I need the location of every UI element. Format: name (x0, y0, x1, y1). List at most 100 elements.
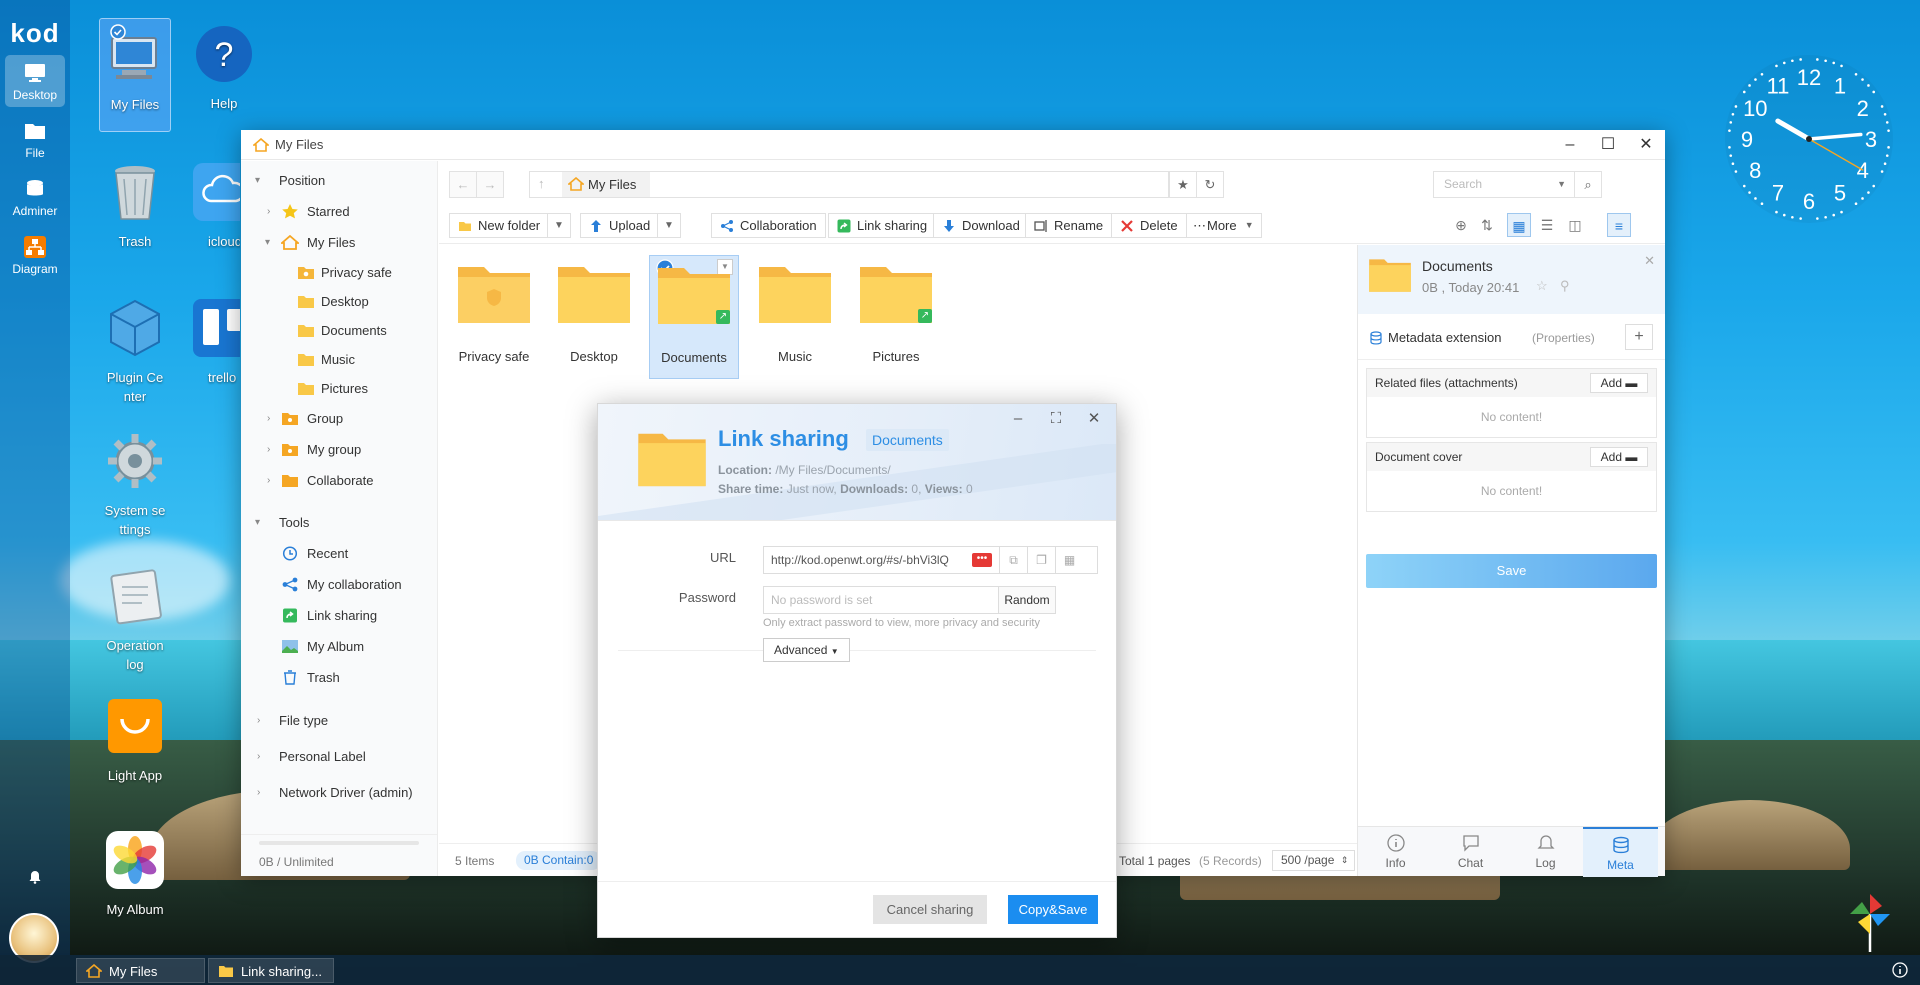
path-bar[interactable]: ↑ My Files (529, 171, 1169, 198)
tree-item-trash[interactable]: Trash (241, 662, 437, 693)
dock-item-diagram[interactable]: Diagram (5, 229, 65, 281)
tab-chat[interactable]: Chat (1433, 827, 1508, 877)
chevron-down-icon[interactable]: ▼ (1557, 172, 1566, 197)
cancel-sharing-button[interactable]: Cancel sharing (873, 895, 987, 924)
file-item[interactable]: Privacy safe (449, 255, 539, 379)
tree-item-collaborate[interactable]: › Collaborate (241, 465, 437, 496)
search-input[interactable]: Search ▼ (1433, 171, 1575, 198)
info-icon[interactable] (1892, 962, 1908, 978)
collaboration-button[interactable]: Collaboration (711, 213, 826, 238)
open-link-icon[interactable]: ⧉ (999, 547, 1027, 573)
zoom-icon[interactable]: ⊕ (1449, 213, 1473, 237)
tab-info[interactable]: Info (1358, 827, 1433, 877)
tree-item-documents[interactable]: Documents (241, 316, 437, 345)
icon-view-icon[interactable]: ▦ (1507, 213, 1531, 237)
tree-item-my-album[interactable]: My Album (241, 631, 437, 662)
close-icon[interactable]: ✕ (1627, 130, 1665, 160)
desktop-icon-icloud[interactable]: icloud (188, 156, 240, 251)
desktop-icon-operation-log[interactable]: Operation log (99, 560, 171, 674)
dialog-header[interactable]: – ⛶ ✕ Link sharing Documents Location: /… (598, 404, 1116, 521)
fullscreen-icon[interactable]: ⛶ (1042, 408, 1070, 430)
upload-dropdown[interactable]: ▼ (657, 213, 681, 238)
new-folder-dropdown[interactable]: ▼ (547, 213, 571, 238)
url-field[interactable]: http://kod.openwt.org/#s/-bhVi3lQ ••• ⧉ … (763, 546, 1098, 574)
tab-meta[interactable]: Meta (1583, 827, 1658, 877)
minimize-icon[interactable]: – (1004, 408, 1032, 430)
svg-text:?: ? (215, 36, 234, 74)
file-item[interactable]: ↗ Pictures (851, 255, 941, 379)
window-titlebar[interactable]: My Files – ☐ ✕ (241, 130, 1665, 160)
desktop-icon-my-album[interactable]: My Album (99, 824, 171, 919)
up-arrow-icon[interactable]: ↑ (538, 176, 545, 191)
tree-item-my-collaboration[interactable]: My collaboration (241, 569, 437, 600)
dock-item-file[interactable]: File (5, 113, 65, 165)
tree-item-my-files[interactable]: ▾ My Files (241, 227, 437, 258)
tree-item-link-sharing[interactable]: Link sharing (241, 600, 437, 631)
close-icon[interactable]: ✕ (1644, 253, 1655, 269)
desktop-icon-my-files[interactable]: My Files (99, 18, 171, 132)
tree-item-starred[interactable]: › Starred (241, 196, 437, 227)
tree-item-personal-label[interactable]: › Personal Label (241, 739, 437, 775)
more-button[interactable]: ⋯ More ▼ (1186, 213, 1262, 238)
dock-item-adminer[interactable]: Adminer (5, 171, 65, 223)
tree-section-position[interactable]: ▾ Position (241, 165, 437, 196)
page-size-select[interactable]: 500 /page ⇕ (1272, 850, 1356, 871)
delete-button[interactable]: Delete (1111, 213, 1187, 238)
new-folder-button[interactable]: New folder (449, 213, 550, 238)
desktop-icon-trello[interactable]: trello (188, 292, 240, 387)
advanced-button[interactable]: Advanced ▼ (763, 638, 850, 662)
star-button[interactable]: ★ (1169, 171, 1197, 198)
more-dots-icon[interactable]: ••• (972, 553, 992, 567)
desktop-icon-help[interactable]: ? Help (188, 18, 260, 113)
link-sharing-button[interactable]: Link sharing (828, 213, 937, 238)
add-related-button[interactable]: Add ▬ (1590, 373, 1648, 393)
split-view-icon[interactable]: ◫ (1563, 213, 1587, 237)
sort-icon[interactable]: ⇅ (1475, 213, 1499, 237)
upload-button[interactable]: Upload (580, 213, 660, 238)
file-item[interactable]: Desktop (549, 255, 639, 379)
add-cover-button[interactable]: Add ▬ (1590, 447, 1648, 467)
pin-icon[interactable]: ⚲ (1560, 278, 1570, 294)
details-panel-icon[interactable]: ≡ (1607, 213, 1631, 237)
qrcode-icon[interactable]: ▦ (1055, 547, 1083, 573)
password-input[interactable]: No password is set (763, 586, 999, 614)
maximize-icon[interactable]: ☐ (1589, 130, 1627, 160)
search-button[interactable]: ⌕ (1574, 171, 1602, 198)
tree-section-tools[interactable]: ▾ Tools (241, 507, 437, 538)
copy-icon[interactable]: ❐ (1027, 547, 1055, 573)
dock-item-desktop[interactable]: Desktop (5, 55, 65, 107)
tree-item-network-driver[interactable]: › Network Driver (admin) (241, 775, 437, 811)
forward-button[interactable]: → (476, 171, 504, 198)
tab-log[interactable]: Log (1508, 827, 1583, 877)
desktop-icon-plugin-center[interactable]: Plugin Ce nter (99, 292, 171, 406)
back-button[interactable]: ← (449, 171, 477, 198)
tree-item-my-group[interactable]: › My group (241, 434, 437, 465)
copy-save-button[interactable]: Copy&Save (1008, 895, 1098, 924)
list-view-icon[interactable]: ☰ (1535, 213, 1559, 237)
task-my-files[interactable]: My Files (76, 958, 205, 983)
tree-item-pictures[interactable]: Pictures (241, 374, 437, 403)
desktop-icon-trash[interactable]: Trash (99, 156, 171, 251)
tree-item-recent[interactable]: Recent (241, 538, 437, 569)
add-metadata-button[interactable]: + (1625, 324, 1653, 350)
tree-item-group[interactable]: › Group (241, 403, 437, 434)
close-icon[interactable]: ✕ (1080, 408, 1108, 430)
bell-icon[interactable] (28, 870, 42, 884)
breadcrumb[interactable]: My Files (562, 172, 651, 197)
random-password-button[interactable]: Random (998, 586, 1056, 614)
download-button[interactable]: Download (933, 213, 1029, 238)
tree-item-desktop[interactable]: Desktop (241, 287, 437, 316)
desktop-icon-light-app[interactable]: Light App (99, 690, 171, 785)
tree-item-privacy-safe[interactable]: Privacy safe (241, 258, 437, 287)
file-item-selected[interactable]: ▼ ↗ Documents (649, 255, 739, 379)
save-button[interactable]: Save (1366, 554, 1657, 588)
task-link-sharing[interactable]: Link sharing... (208, 958, 334, 983)
desktop-icon-system-settings[interactable]: System se ttings (99, 425, 171, 539)
refresh-button[interactable]: ↻ (1196, 171, 1224, 198)
file-item[interactable]: Music (750, 255, 840, 379)
minimize-icon[interactable]: – (1551, 130, 1589, 160)
tree-item-file-type[interactable]: › File type (241, 703, 437, 739)
tree-item-music[interactable]: Music (241, 345, 437, 374)
rename-button[interactable]: Rename (1025, 213, 1113, 238)
star-icon[interactable]: ☆ (1536, 278, 1548, 294)
